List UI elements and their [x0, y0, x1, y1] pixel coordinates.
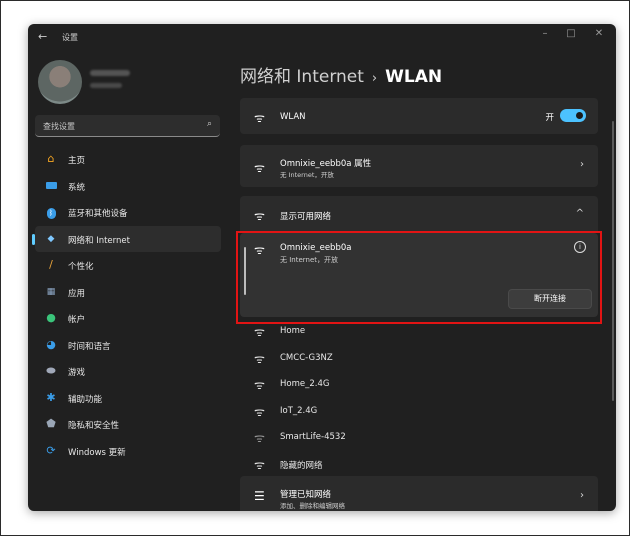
breadcrumb-wlan: WLAN: [385, 67, 443, 87]
list-item[interactable]: ᯤ Home_2.4G: [240, 370, 598, 397]
network-name: IoT_2.4G: [280, 405, 318, 416]
sidebar-item-time-language[interactable]: ◕ 时间和语言: [35, 332, 221, 359]
sidebar-item-label: 系统: [68, 182, 86, 193]
list-item[interactable]: ᯤ IoT_2.4G: [240, 397, 598, 424]
sidebar-item-privacy[interactable]: ⬟ 隐私和安全性: [35, 411, 221, 438]
list-item[interactable]: ᯤ SmartLife-4532: [240, 423, 598, 450]
avatar[interactable]: [38, 60, 82, 104]
sidebar-item-label: Windows 更新: [68, 447, 126, 458]
list-icon: ☰: [254, 489, 265, 503]
search-box[interactable]: ⌕: [35, 115, 220, 137]
sidebar-item-gaming[interactable]: ⬬ 游戏: [35, 358, 221, 385]
wifi-secured-icon: ᯤ: [254, 378, 265, 392]
sidebar-item-label: 应用: [68, 288, 86, 299]
sidebar-item-personalization[interactable]: / 个性化: [35, 252, 221, 279]
manage-subtitle: 添加、删除和编辑网络: [280, 502, 345, 510]
list-item[interactable]: ᯤ CMCC-G3NZ: [240, 344, 598, 371]
chevron-right-icon: ›: [580, 490, 584, 501]
sidebar-item-label: 主页: [68, 156, 86, 166]
manage-title: 管理已知网络: [280, 490, 332, 500]
network-name: CMCC-G3NZ: [280, 352, 333, 363]
wifi-secured-icon: ᯤ: [254, 457, 265, 472]
sidebar-item-bluetooth[interactable]: ᛒ 蓝牙和其他设备: [35, 199, 221, 226]
account-icon: ●: [46, 311, 56, 324]
sidebar-item-system[interactable]: 系统: [35, 173, 221, 200]
home-icon: ⌂: [47, 152, 55, 165]
brush-icon: /: [49, 258, 53, 271]
wifi-secured-icon: ᯤ: [254, 325, 265, 339]
sidebar-item-home[interactable]: ⌂ 主页: [35, 146, 221, 173]
wifi-icon: ᯤ: [254, 161, 265, 175]
current-network-card[interactable]: ᯤ Omnixie_eebb0a 属性 无 Internet，开放 ›: [240, 145, 598, 187]
update-icon: ⟳: [46, 443, 56, 457]
minimize-button[interactable]: –: [536, 28, 554, 39]
sidebar-item-label: 隐私和安全性: [68, 421, 120, 431]
list-item[interactable]: ᯤ 隐藏的网络: [240, 450, 598, 477]
accessibility-icon: ✱: [46, 390, 56, 404]
apps-icon: ▦: [46, 286, 56, 297]
globe-clock-icon: ◕: [46, 337, 56, 351]
bluetooth-icon: ᛒ: [45, 206, 57, 219]
toggle-state-label: 开: [545, 113, 554, 123]
available-networks-label: 显示可用网络: [280, 212, 332, 222]
wifi-weak-icon: ᯤ: [254, 431, 265, 445]
sidebar-item-label: 个性化: [68, 262, 94, 272]
wifi-secured-icon: ᯤ: [254, 351, 265, 366]
window-title: 设置: [62, 33, 78, 42]
maximize-button[interactable]: □: [562, 28, 580, 39]
search-input[interactable]: [41, 118, 195, 134]
user-name-blurred: [90, 70, 130, 76]
current-network-name: Omnixie_eebb0a 属性: [280, 159, 372, 169]
breadcrumb-network[interactable]: 网络和 Internet: [240, 67, 364, 87]
sidebar-item-label: 帐户: [68, 315, 86, 325]
search-icon[interactable]: ⌕: [207, 119, 212, 129]
sidebar-item-label: 时间和语言: [68, 341, 111, 352]
sidebar-item-label: 游戏: [68, 368, 86, 378]
wlan-label: WLAN: [280, 112, 306, 122]
network-name: 隐藏的网络: [280, 460, 323, 471]
sidebar-item-windows-update[interactable]: ⟳ Windows 更新: [35, 438, 221, 465]
manage-known-networks-card[interactable]: ☰ 管理已知网络 添加、删除和编辑网络 ›: [240, 476, 598, 511]
back-button[interactable]: ←: [38, 30, 47, 43]
breadcrumb-separator: ›: [371, 71, 378, 86]
wifi-list-icon: ᯤ: [254, 209, 265, 223]
sidebar-item-label: 网络和 Internet: [68, 235, 130, 246]
network-name: SmartLife-4532: [280, 432, 346, 442]
page-title: 网络和 Internet › WLAN: [240, 62, 442, 87]
monitor-icon: [45, 180, 57, 192]
network-name: Home: [280, 326, 306, 336]
available-networks-header[interactable]: ᯤ 显示可用网络 ^: [240, 196, 598, 232]
wlan-toggle[interactable]: [560, 109, 586, 122]
sidebar-item-label: 辅助功能: [68, 394, 103, 405]
network-list: ᯤ Home ᯤ CMCC-G3NZ ᯤ Home_2.4G ᯤ IoT_2.4…: [240, 317, 598, 476]
chevron-up-icon: ^: [575, 208, 584, 219]
highlight-box: [236, 231, 602, 324]
sidebar-item-accounts[interactable]: ● 帐户: [35, 305, 221, 332]
wifi-icon: ᯤ: [254, 111, 265, 125]
sidebar-nav: ⌂ 主页 系统 ᛒ 蓝牙和其他设备 ◆ 网络和 Internet / 个性化 ▦…: [28, 146, 228, 464]
active-indicator: [32, 233, 35, 245]
toggle-knob: [576, 112, 583, 119]
shield-icon: ⬟: [46, 417, 56, 430]
user-email-blurred: [90, 83, 122, 88]
chevron-right-icon: ›: [580, 159, 584, 170]
network-name: Home_2.4G: [280, 379, 330, 389]
sidebar-item-accessibility[interactable]: ✱ 辅助功能: [35, 385, 221, 412]
current-network-status: 无 Internet，开放: [280, 171, 334, 179]
gamepad-icon: ⬬: [46, 364, 56, 377]
wifi-icon: ◆: [47, 233, 55, 244]
wlan-toggle-card[interactable]: ᯤ WLAN 开: [240, 98, 598, 134]
sidebar-item-network[interactable]: ◆ 网络和 Internet: [32, 225, 221, 252]
close-button[interactable]: ✕: [590, 28, 608, 39]
scrollbar[interactable]: [612, 121, 614, 401]
wifi-secured-icon: ᯤ: [254, 404, 265, 419]
sidebar-item-apps[interactable]: ▦ 应用: [35, 279, 221, 306]
sidebar-item-label: 蓝牙和其他设备: [68, 209, 128, 219]
title-bar: ← 设置 – □ ✕: [28, 24, 616, 50]
